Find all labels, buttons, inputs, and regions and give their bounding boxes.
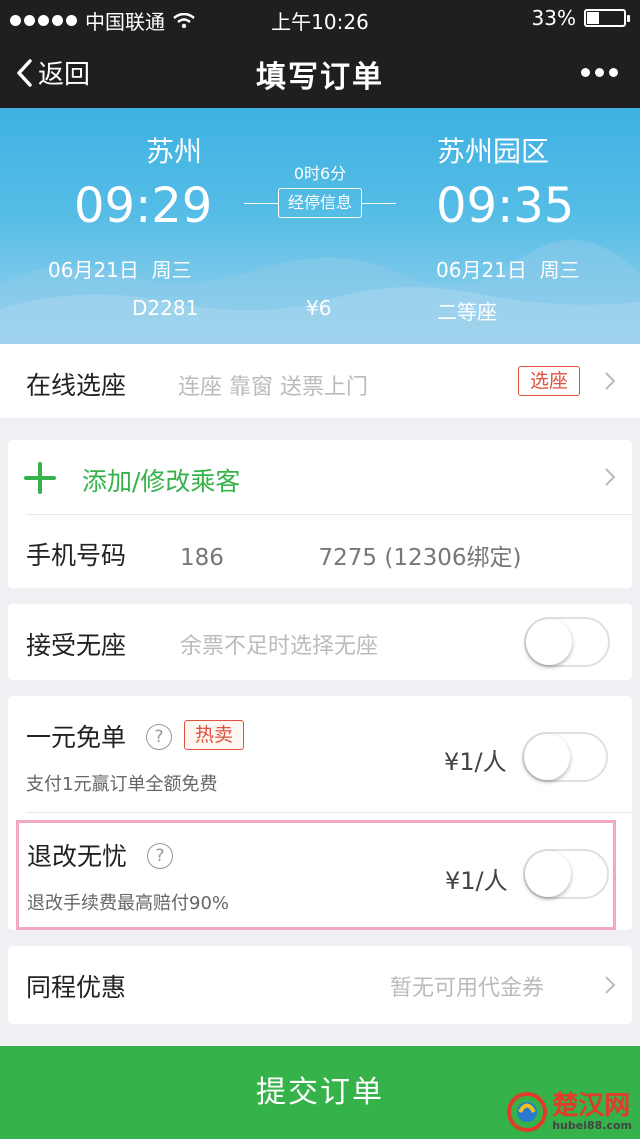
seat-select-label: 在线选座 bbox=[26, 371, 127, 400]
divider bbox=[26, 514, 632, 515]
phone-suffix: 7275 bbox=[318, 545, 378, 571]
divider bbox=[244, 203, 278, 204]
watermark-title: 楚汉网 bbox=[552, 1090, 631, 1121]
free-order-desc: 支付1元赢订单全额免费 bbox=[26, 774, 218, 795]
seat-select-row[interactable]: 在线选座 连座 靠窗 送票上门 选座 bbox=[0, 344, 640, 418]
free-order-price: ¥1/人 bbox=[444, 748, 507, 776]
no-seat-row: 接受无座 余票不足时选择无座 bbox=[8, 604, 632, 680]
divider bbox=[362, 203, 396, 204]
plus-icon bbox=[24, 462, 56, 494]
chevron-right-icon bbox=[605, 976, 616, 994]
duration: 0时6分 bbox=[293, 164, 347, 183]
add-passenger-row[interactable]: 添加/修改乘客 bbox=[8, 440, 632, 514]
refund-price: ¥1/人 bbox=[445, 867, 508, 895]
depart-time: 09:29 bbox=[74, 178, 213, 234]
free-order-toggle[interactable] bbox=[522, 732, 608, 782]
chevron-right-icon bbox=[605, 372, 616, 390]
chevron-right-icon bbox=[605, 468, 616, 486]
stop-info-button[interactable]: 经停信息 bbox=[278, 188, 362, 218]
help-icon[interactable]: ? bbox=[146, 724, 172, 750]
page-title: 填写订单 bbox=[256, 60, 384, 95]
arrive-weekday: 周三 bbox=[539, 258, 580, 282]
free-order-label: 一元免单 bbox=[26, 723, 127, 752]
watermark-url: hubei88.com bbox=[552, 1118, 632, 1132]
arrive-time: 09:35 bbox=[436, 178, 575, 234]
passenger-card: 添加/修改乘客 手机号码 186 7275 (12306绑定) bbox=[8, 440, 632, 588]
trip-summary: 苏州 苏州园区 09:29 09:35 0时6分 经停信息 06月21日 周三 … bbox=[0, 108, 640, 344]
discount-label: 同程优惠 bbox=[26, 973, 127, 1002]
discount-row[interactable]: 同程优惠 暂无可用代金券 bbox=[8, 946, 632, 1024]
seat-select-hint: 连座 靠窗 送票上门 bbox=[178, 375, 368, 400]
status-bar: 中国联通 上午10:26 33% bbox=[0, 0, 640, 36]
nav-bar: 返回 填写订单 bbox=[0, 36, 640, 108]
help-icon[interactable]: ? bbox=[147, 843, 173, 869]
refund-toggle[interactable] bbox=[523, 849, 609, 899]
refund-row: 退改无忧 ? 退改手续费最高赔付90% ¥1/人 bbox=[16, 820, 616, 930]
no-seat-toggle[interactable] bbox=[524, 617, 610, 667]
discount-hint: 暂无可用代金券 bbox=[390, 976, 545, 1001]
watermark: 楚汉网 hubei88.com bbox=[506, 1091, 632, 1133]
depart-date-value: 06月21日 bbox=[48, 258, 139, 282]
add-passenger-label: 添加/修改乘客 bbox=[82, 467, 241, 496]
depart-weekday: 周三 bbox=[151, 258, 192, 282]
train-number: D2281 bbox=[132, 296, 199, 320]
more-menu-icon[interactable] bbox=[581, 68, 618, 77]
depart-date: 06月21日 周三 bbox=[48, 254, 192, 283]
no-seat-label: 接受无座 bbox=[26, 631, 127, 660]
seat-select-tag: 选座 bbox=[518, 366, 580, 396]
phone-prefix: 186 bbox=[180, 545, 224, 571]
watermark-logo-icon bbox=[507, 1092, 548, 1132]
ticket-price: ¥6 bbox=[306, 296, 332, 320]
phone-number: 186 7275 (12306绑定) bbox=[180, 538, 522, 572]
arrive-date-value: 06月21日 bbox=[436, 258, 527, 282]
stop-info-group: 经停信息 bbox=[244, 188, 396, 220]
phone-note: (12306绑定) bbox=[384, 545, 522, 571]
divider bbox=[26, 812, 632, 813]
hot-tag: 热卖 bbox=[184, 720, 244, 750]
seat-class: 二等座 bbox=[437, 300, 497, 324]
no-seat-hint: 余票不足时选择无座 bbox=[180, 634, 379, 659]
arrive-date: 06月21日 周三 bbox=[436, 254, 580, 283]
battery-percent: 33% bbox=[531, 6, 576, 30]
phone-label: 手机号码 bbox=[26, 541, 127, 570]
refund-label: 退改无忧 bbox=[27, 842, 128, 871]
battery-icon bbox=[584, 9, 630, 27]
refund-desc: 退改手续费最高赔付90% bbox=[27, 893, 230, 914]
